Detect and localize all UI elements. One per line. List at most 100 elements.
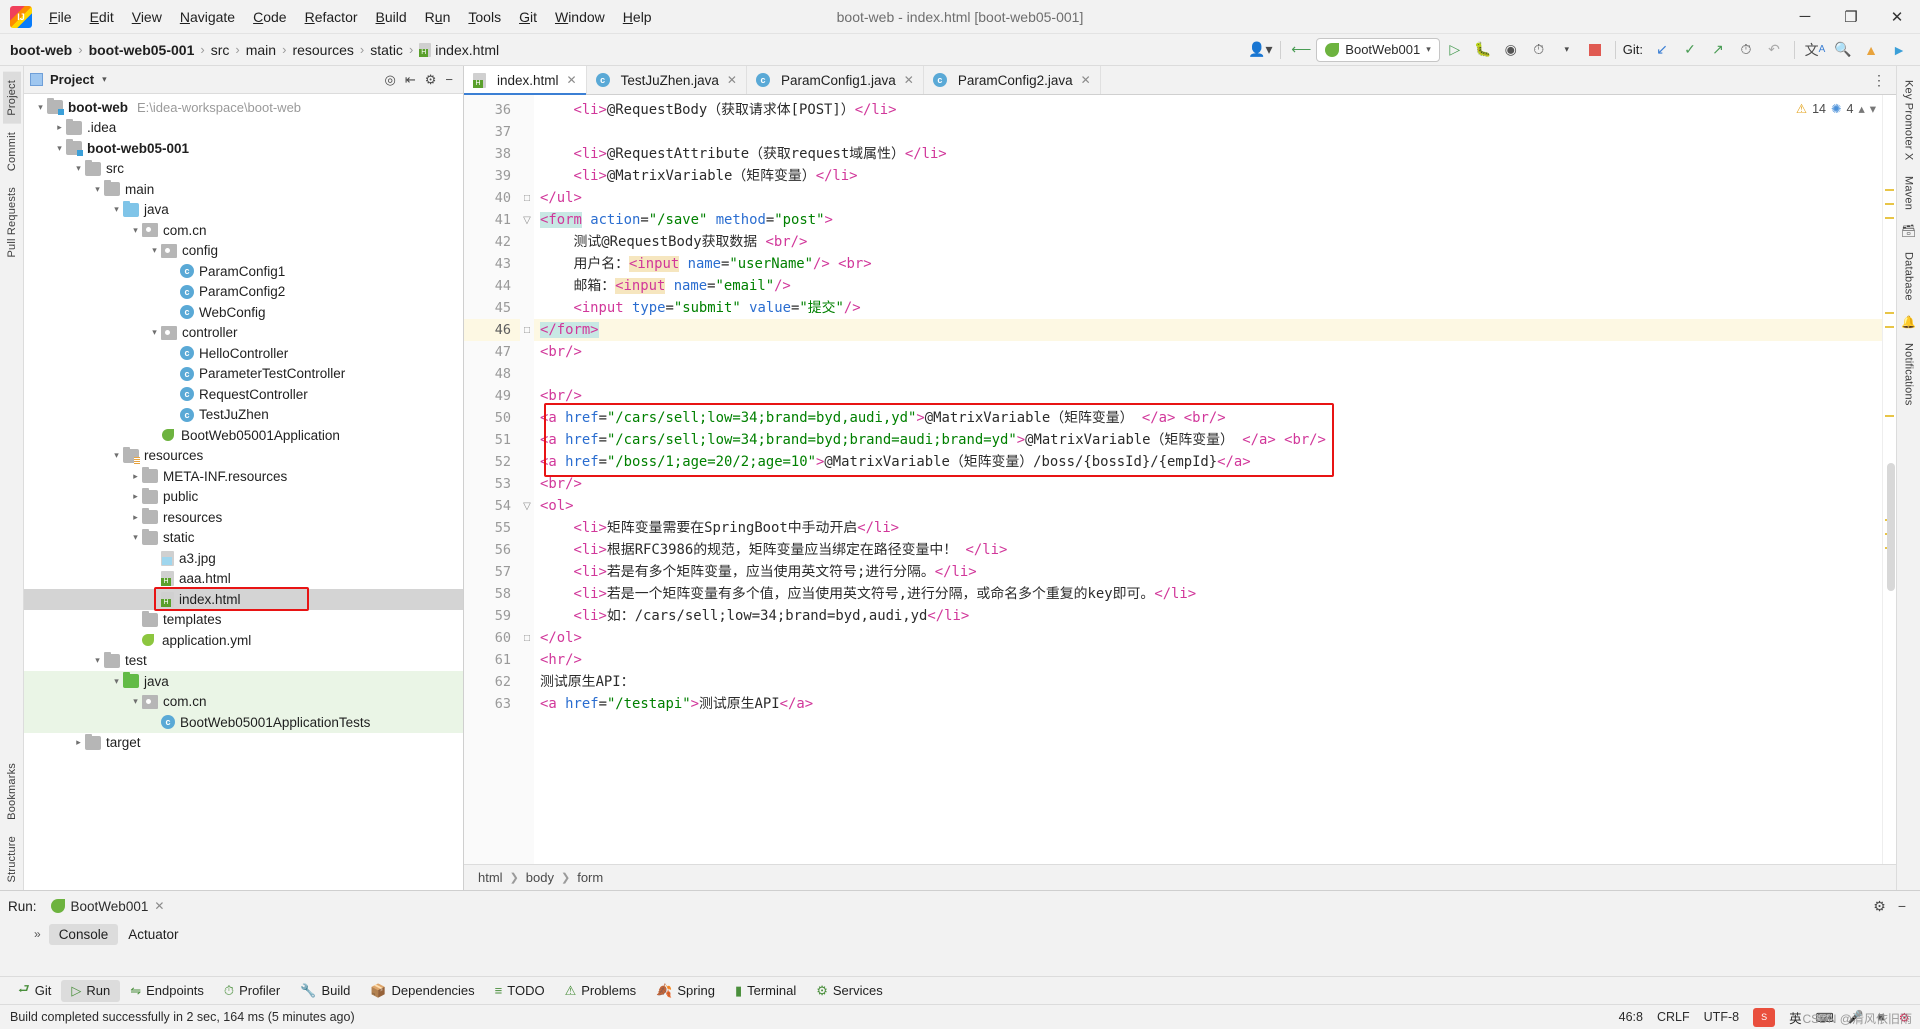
code-line[interactable]: <form action="/save" method="post"> — [534, 209, 1882, 231]
tree-node-a3-jpg[interactable]: a3.jpg — [24, 548, 463, 569]
tree-node-boot-web05-001[interactable]: ▾ boot-web05-001 — [24, 138, 463, 159]
code-line[interactable]: <br/> — [534, 385, 1882, 407]
tool-window-endpoints[interactable]: ⇋ Endpoints — [120, 980, 214, 1002]
tool-window-run[interactable]: ▷ Run — [61, 979, 121, 1002]
code-fold-marker[interactable]: ▽ — [520, 495, 534, 517]
tree-node-target[interactable]: ▸ target — [24, 733, 463, 754]
tree-expand-arrow[interactable]: ▾ — [129, 696, 142, 707]
editor-breadcrumb-body[interactable]: body — [526, 870, 554, 885]
code-line[interactable]: <a href="/boss/1;age=20/2;age=10">@Matri… — [534, 451, 1882, 473]
tree-expand-arrow[interactable]: ▸ — [53, 122, 66, 133]
code-line[interactable]: 测试@RequestBody获取数据 <br/> — [534, 231, 1882, 253]
tree-node-application-yml[interactable]: application.yml — [24, 630, 463, 651]
editor-tab-options-icon[interactable]: ⋮ — [1862, 66, 1896, 94]
code-line[interactable]: <li>@RequestBody（获取请求体[POST]）</li> — [534, 99, 1882, 121]
tree-node-bootweb05001application[interactable]: BootWeb05001Application — [24, 425, 463, 446]
editor-breadcrumb-html[interactable]: html — [478, 870, 503, 885]
tree-node-boot-web[interactable]: ▾ boot-web E:\idea-workspace\boot-web — [24, 97, 463, 118]
chevron-up-icon[interactable]: ▴ — [1858, 101, 1864, 116]
code-line[interactable]: <a href="/cars/sell;low=34;brand=byd;bra… — [534, 429, 1882, 451]
search-icon[interactable]: 🔍 — [1830, 38, 1856, 62]
collapse-all-icon[interactable]: ⇤ — [405, 72, 416, 88]
tool-window-profiler[interactable]: ⏱ Profiler — [214, 980, 290, 1002]
code-fold-marker[interactable]: □ — [520, 627, 534, 649]
tree-node-static[interactable]: ▾ static — [24, 528, 463, 549]
chevron-down-icon[interactable]: ▾ — [1870, 101, 1876, 116]
editor-tab-paramconfig2-java[interactable]: ParamConfig2.java ✕ — [924, 66, 1101, 94]
menu-help[interactable]: Help — [614, 5, 661, 29]
locate-file-icon[interactable]: ◎ — [385, 72, 396, 88]
tab-console[interactable]: Console — [48, 923, 119, 945]
code-line[interactable]: <br/> — [534, 341, 1882, 363]
code-line[interactable] — [534, 363, 1882, 385]
project-file-tree[interactable]: ▾ boot-web E:\idea-workspace\boot-web ▸ .ide… — [24, 94, 463, 890]
breadcrumb-item-1[interactable]: boot-web05-001 — [89, 42, 195, 58]
run-with-coverage-icon[interactable]: ◉ — [1498, 38, 1524, 62]
sidebar-tab-maven[interactable]: Maven — [1900, 168, 1918, 218]
close-button[interactable]: ✕ — [1874, 0, 1920, 34]
tool-window-services[interactable]: ⚙ Services — [806, 980, 893, 1002]
tool-window-dependencies[interactable]: 📦 Dependencies — [360, 980, 484, 1002]
editor-tab-index-html[interactable]: index.html ✕ — [464, 66, 587, 95]
tool-window-build[interactable]: 🔧 Build — [290, 980, 360, 1002]
tree-node-src[interactable]: ▾ src — [24, 159, 463, 180]
tree-node-config[interactable]: ▾ config — [24, 241, 463, 262]
error-stripe-markers[interactable] — [1882, 95, 1896, 864]
code-line[interactable]: <ol> — [534, 495, 1882, 517]
breadcrumb-item-0[interactable]: boot-web — [10, 42, 72, 58]
code-fold-marker[interactable]: □ — [520, 187, 534, 209]
tree-node-java[interactable]: ▾ java — [24, 200, 463, 221]
tree-node-main[interactable]: ▾ main — [24, 179, 463, 200]
back-arrow-icon[interactable]: ⟵ — [1288, 38, 1314, 62]
settings-gear-icon[interactable]: ⚙ — [1873, 898, 1886, 915]
tree-expand-arrow[interactable]: ▾ — [110, 450, 123, 461]
tree-expand-arrow[interactable]: ▸ — [72, 737, 85, 748]
breadcrumb-item-3[interactable]: main — [246, 42, 276, 58]
sidebar-tab-pull-requests[interactable]: Pull Requests — [3, 179, 21, 265]
code-line[interactable]: <hr/> — [534, 649, 1882, 671]
editor-tab-testjuzhen-java[interactable]: TestJuZhen.java ✕ — [587, 66, 747, 94]
tree-node-test[interactable]: ▾ test — [24, 651, 463, 672]
run-configuration-selector[interactable]: BootWeb001 ▾ — [1316, 37, 1440, 62]
tree-expand-arrow[interactable]: ▸ — [129, 471, 142, 482]
code-line[interactable]: <li>若是有多个矩阵变量，应当使用英文符号;进行分隔。</li> — [534, 561, 1882, 583]
chevron-down-icon[interactable]: ▾ — [1426, 44, 1431, 55]
code-line[interactable] — [534, 121, 1882, 143]
editor-scrollbar-thumb[interactable] — [1887, 463, 1895, 591]
tool-window-problems[interactable]: ⚠ Problems — [555, 980, 647, 1002]
tool-window-git[interactable]: ⮐ Git — [8, 977, 61, 1005]
breadcrumb-item-6[interactable]: index.html — [435, 42, 499, 58]
menu-git[interactable]: Git — [510, 5, 546, 29]
menu-code[interactable]: Code — [244, 5, 295, 29]
code-line[interactable]: 用户名：<input name="userName"/> <br> — [534, 253, 1882, 275]
sidebar-tab-database[interactable]: Database — [1900, 244, 1918, 309]
database-icon[interactable]: 🗃 — [1901, 224, 1916, 238]
menu-navigate[interactable]: Navigate — [171, 5, 244, 29]
tree-expand-arrow[interactable]: ▾ — [53, 143, 66, 154]
code-fold-marker[interactable]: □ — [520, 319, 534, 341]
tree-node-meta-inf-resources[interactable]: ▸ META-INF.resources — [24, 466, 463, 487]
code-editor[interactable]: 36 37 38 39 40 41 42 43 44 45 46 47 48 49 50 51 52 53 54 55… — [464, 95, 1896, 864]
editor-breadcrumb-form[interactable]: form — [577, 870, 603, 885]
push-icon[interactable]: ↗ — [1705, 38, 1731, 62]
sidebar-tab-commit[interactable]: Commit — [3, 124, 21, 179]
upload-icon[interactable]: ▲ — [1858, 38, 1884, 62]
close-icon[interactable]: ✕ — [727, 73, 737, 87]
tree-node-public[interactable]: ▸ public — [24, 487, 463, 508]
code-line[interactable]: <li>@MatrixVariable（矩阵变量）</li> — [534, 165, 1882, 187]
main-menu[interactable]: File Edit View Navigate Code Refactor Bu… — [40, 5, 661, 29]
tool-window-todo[interactable]: ≡ TODO — [485, 980, 555, 1001]
editor-tab-bar[interactable]: index.html✕TestJuZhen.java✕ParamConfig1.… — [464, 66, 1896, 95]
code-line[interactable]: </ul> — [534, 187, 1882, 209]
tree-expand-arrow[interactable]: ▾ — [91, 655, 104, 666]
menu-edit[interactable]: Edit — [81, 5, 123, 29]
expand-chevron-icon[interactable]: » — [26, 927, 49, 941]
update-project-icon[interactable]: ↙ — [1649, 38, 1675, 62]
notifications-bell-icon[interactable]: 🔔 — [1901, 315, 1916, 329]
tree-node-paramconfig2[interactable]: ParamConfig2 — [24, 282, 463, 303]
tab-actuator[interactable]: Actuator — [118, 924, 188, 945]
tree-expand-arrow[interactable]: ▾ — [148, 327, 161, 338]
code-line[interactable]: <li>@RequestAttribute（获取request域属性）</li> — [534, 143, 1882, 165]
tree-expand-arrow[interactable]: ▾ — [110, 204, 123, 215]
code-line[interactable]: 邮箱：<input name="email"/> — [534, 275, 1882, 297]
